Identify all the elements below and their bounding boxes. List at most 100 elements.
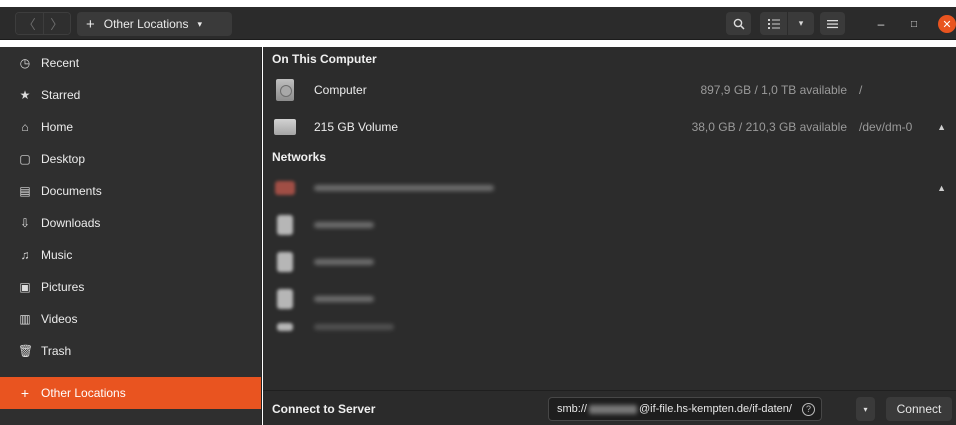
redacted-network-name bbox=[314, 221, 374, 228]
network-row[interactable] bbox=[263, 317, 956, 337]
network-share-icon bbox=[277, 214, 293, 235]
sidebar-item-label: Videos bbox=[41, 312, 78, 326]
network-row[interactable] bbox=[263, 280, 956, 317]
network-share-icon bbox=[277, 288, 293, 309]
list-view-button[interactable] bbox=[760, 12, 787, 35]
redacted-username bbox=[588, 404, 637, 414]
recent-servers-dropdown[interactable]: ▾ bbox=[856, 397, 875, 421]
server-address-input[interactable]: smb:// @if-file.hs-kempten.de/if-daten/ … bbox=[548, 397, 822, 421]
connect-button[interactable]: Connect bbox=[886, 397, 952, 421]
desktop-icon: ▢ bbox=[19, 152, 31, 166]
section-header-networks: Networks bbox=[272, 150, 327, 164]
picture-icon: ▣ bbox=[19, 280, 31, 294]
location-row-volume[interactable]: 215 GB Volume 38,0 GB / 210,3 GB availab… bbox=[263, 108, 956, 145]
sidebar-item-documents[interactable]: ▤ Documents bbox=[0, 175, 261, 207]
connect-to-server-label: Connect to Server bbox=[272, 402, 376, 416]
clock-icon: ◷ bbox=[19, 56, 31, 70]
search-icon bbox=[733, 18, 745, 30]
eject-icon[interactable]: ▲ bbox=[937, 183, 946, 193]
plus-icon: + bbox=[86, 15, 95, 33]
sidebar-separator bbox=[0, 367, 261, 377]
sidebar-item-label: Documents bbox=[41, 184, 102, 198]
network-row[interactable] bbox=[263, 206, 956, 243]
home-icon: ⌂ bbox=[21, 120, 29, 134]
trash-icon: 🗑 bbox=[18, 344, 34, 358]
drive-icon bbox=[274, 118, 296, 135]
connect-to-server-bar: Connect to Server smb:// @if-file.hs-kem… bbox=[263, 390, 956, 425]
path-label: Other Locations bbox=[103, 17, 189, 31]
minimize-icon: – bbox=[877, 17, 885, 31]
maximize-icon: □ bbox=[910, 18, 918, 30]
hamburger-menu-icon bbox=[827, 19, 838, 28]
sidebar-item-label: Recent bbox=[41, 56, 80, 70]
redacted-network-name bbox=[314, 295, 374, 302]
minimize-button[interactable]: – bbox=[872, 15, 890, 33]
redacted-network-name bbox=[314, 324, 394, 330]
help-icon[interactable]: ? bbox=[802, 402, 815, 416]
sidebar-item-desktop[interactable]: ▢ Desktop bbox=[0, 143, 261, 175]
location-available: 38,0 GB / 210,3 GB available bbox=[691, 119, 847, 134]
locations-list: On This Computer Computer 897,9 GB / 1,0… bbox=[263, 47, 956, 390]
sidebar-item-downloads[interactable]: ⇩ Downloads bbox=[0, 207, 261, 239]
video-icon: ▥ bbox=[19, 312, 31, 326]
star-icon: ★ bbox=[19, 88, 31, 102]
redacted-network-name bbox=[314, 258, 374, 265]
location-mount-path: / bbox=[859, 82, 863, 97]
sidebar-item-label: Music bbox=[41, 248, 73, 262]
network-row[interactable]: ▲ bbox=[263, 169, 956, 206]
view-options-button: ▾ bbox=[760, 12, 814, 35]
sidebar-item-label: Home bbox=[41, 120, 74, 134]
server-address-host: @if-file.hs-kempten.de/if-daten/ bbox=[638, 403, 792, 415]
sidebar-item-music[interactable]: ♫ Music bbox=[0, 239, 261, 271]
network-share-icon bbox=[277, 251, 293, 272]
chevron-left-icon: 〈 bbox=[22, 17, 36, 32]
music-icon: ♫ bbox=[20, 248, 30, 262]
download-icon: ⇩ bbox=[19, 216, 31, 230]
network-share-icon bbox=[277, 323, 293, 331]
location-row-computer[interactable]: Computer 897,9 GB / 1,0 TB available / bbox=[263, 71, 956, 108]
document-icon: ▤ bbox=[19, 184, 31, 198]
sidebar-item-label: Starred bbox=[41, 88, 81, 102]
section-header-on-this-computer: On This Computer bbox=[272, 52, 377, 66]
maximize-button[interactable]: □ bbox=[905, 15, 923, 33]
network-share-icon bbox=[275, 180, 295, 195]
location-mount-path: /dev/dm-0 bbox=[859, 119, 913, 134]
server-address-prefix: smb:// bbox=[557, 403, 587, 415]
main-menu-button[interactable] bbox=[820, 12, 845, 35]
chevron-right-icon: 〉 bbox=[50, 17, 64, 32]
sidebar-item-starred[interactable]: ★ Starred bbox=[0, 79, 261, 111]
sidebar-item-recent[interactable]: ◷ Recent bbox=[0, 47, 261, 79]
sidebar-item-label: Downloads bbox=[41, 216, 101, 230]
back-button[interactable]: 〈 bbox=[16, 13, 43, 34]
navigation-buttons: 〈 〉 bbox=[15, 12, 71, 35]
plus-icon: + bbox=[20, 385, 30, 401]
sidebar-item-label: Pictures bbox=[41, 280, 85, 294]
list-view-icon bbox=[767, 18, 780, 29]
location-path-button[interactable]: + Other Locations ▾ bbox=[77, 12, 232, 36]
close-icon: ✕ bbox=[942, 18, 952, 31]
caret-down-icon: ▾ bbox=[798, 18, 804, 28]
location-available: 897,9 GB / 1,0 TB available bbox=[700, 82, 847, 97]
header-bar: 〈 〉 + Other Locations ▾ ▾ – □ ✕ bbox=[0, 7, 956, 40]
sidebar-item-pictures[interactable]: ▣ Pictures bbox=[0, 271, 261, 303]
sidebar-item-label: Desktop bbox=[41, 152, 86, 166]
location-name: 215 GB Volume bbox=[314, 119, 399, 134]
hard-drive-icon bbox=[276, 78, 294, 101]
network-row[interactable] bbox=[263, 243, 956, 280]
sidebar-item-home[interactable]: ⌂ Home bbox=[0, 111, 261, 143]
sidebar-item-other-locations[interactable]: + Other Locations bbox=[0, 377, 261, 409]
sidebar-item-label: Other Locations bbox=[41, 386, 126, 400]
search-button[interactable] bbox=[726, 12, 751, 35]
forward-button[interactable]: 〉 bbox=[42, 13, 70, 34]
redacted-network-name bbox=[314, 184, 494, 191]
sidebar-item-trash[interactable]: 🗑 Trash bbox=[0, 335, 261, 367]
caret-down-icon: ▾ bbox=[863, 404, 868, 414]
sidebar-item-videos[interactable]: ▥ Videos bbox=[0, 303, 261, 335]
location-name: Computer bbox=[314, 82, 367, 97]
sidebar: ◷ Recent ★ Starred ⌂ Home ▢ Desktop ▤ Do… bbox=[0, 47, 262, 425]
sidebar-item-label: Trash bbox=[41, 344, 72, 358]
view-dropdown-button[interactable]: ▾ bbox=[787, 12, 814, 35]
eject-icon[interactable]: ▲ bbox=[937, 122, 946, 132]
caret-down-icon: ▾ bbox=[197, 18, 203, 29]
close-button[interactable]: ✕ bbox=[938, 15, 956, 33]
